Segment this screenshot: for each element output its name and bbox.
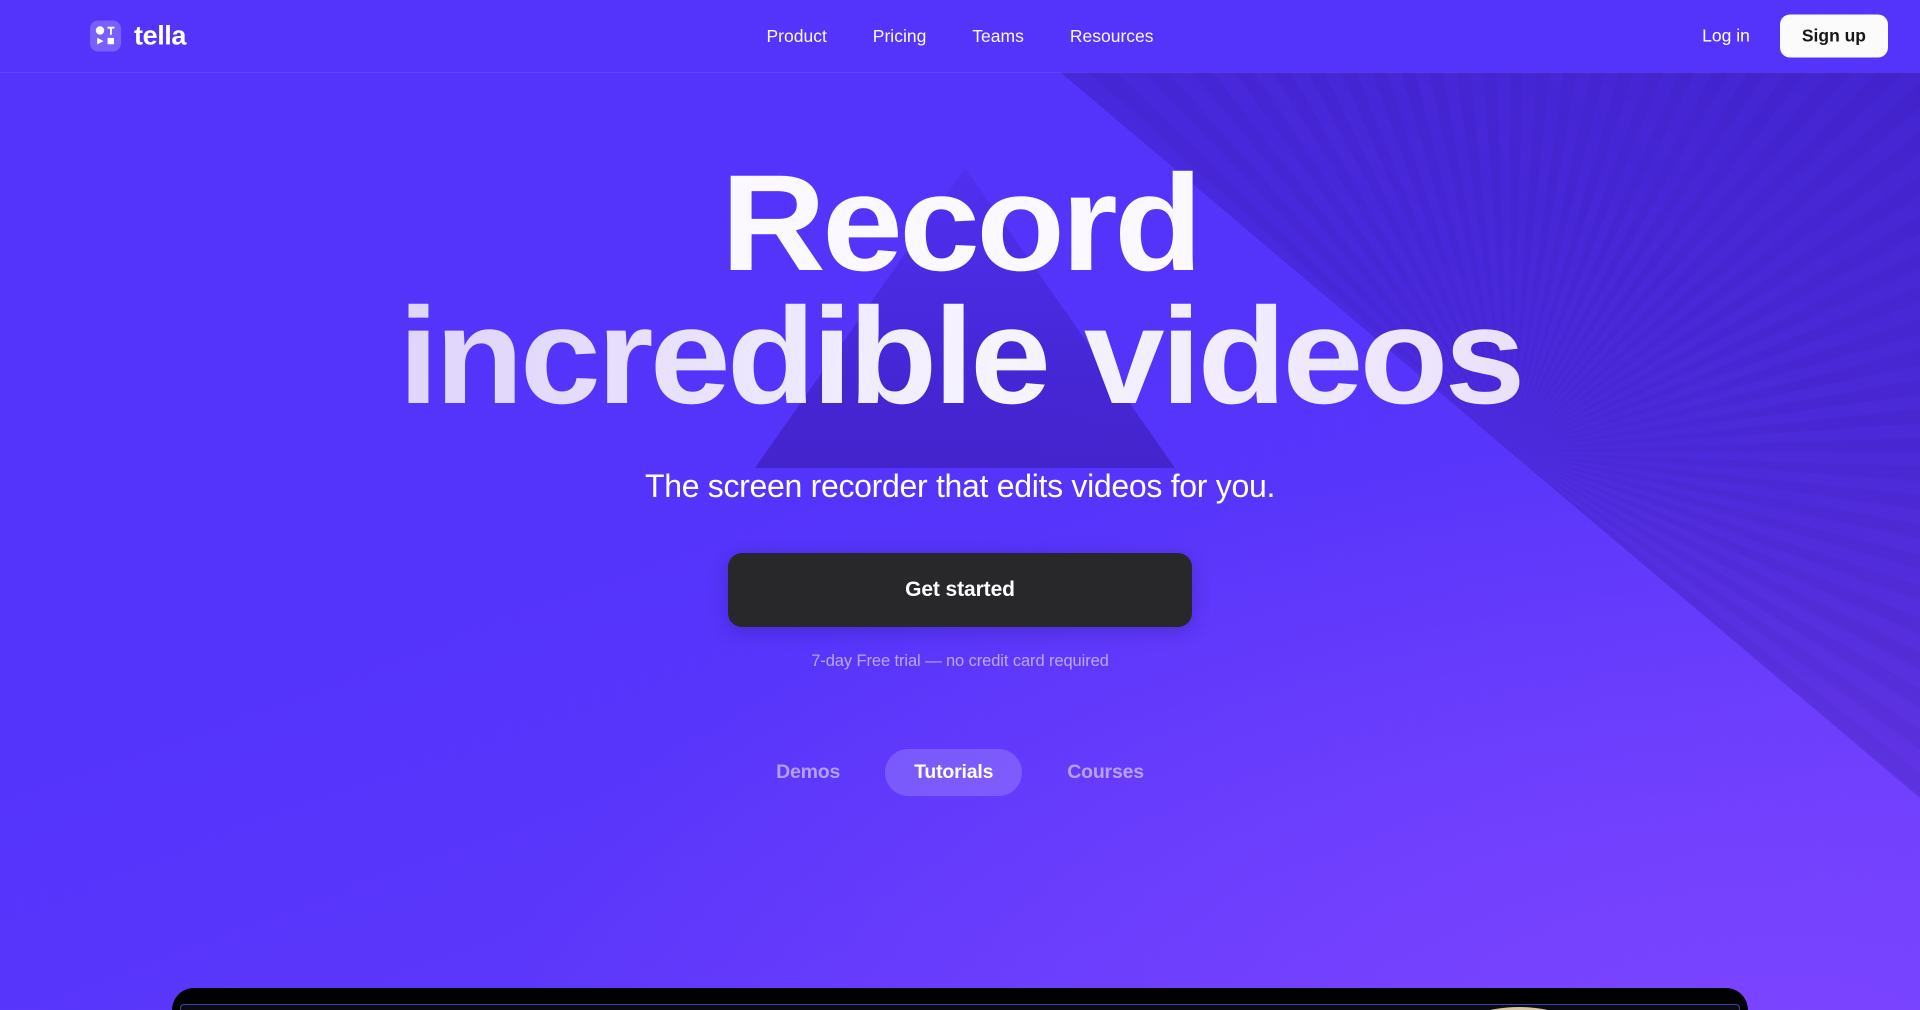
content-tabs: Demos Tutorials Courses (0, 748, 1920, 796)
tella-logo-icon (90, 20, 121, 52)
nav-item-teams[interactable]: Teams (949, 18, 1047, 55)
site-header: tella Product Pricing Teams Resources Lo… (0, 0, 1920, 73)
trial-note: 7-day Free trial — no credit card requir… (811, 651, 1109, 670)
get-started-button[interactable]: Get started (728, 552, 1192, 627)
nav-item-resources[interactable]: Resources (1047, 18, 1177, 55)
nav-item-product[interactable]: Product (743, 18, 849, 55)
video-player[interactable] (172, 988, 1748, 1010)
hero-headline: Record incredible videos (0, 147, 1920, 426)
nav-item-pricing[interactable]: Pricing (850, 18, 950, 55)
hero-subtitle: The screen recorder that edits videos fo… (644, 467, 1276, 504)
hero-section: Record incredible videos The screen reco… (0, 73, 1920, 796)
signup-button[interactable]: Sign up (1779, 14, 1888, 58)
headline-line-2: incredible videos (0, 288, 1920, 425)
tab-tutorials[interactable]: Tutorials (885, 748, 1023, 796)
tab-courses[interactable]: Courses (1038, 749, 1173, 796)
landing-page: tella Product Pricing Teams Resources Lo… (0, 0, 1920, 1010)
video-player-screen[interactable] (180, 1004, 1740, 1010)
hero-cta-wrap: Get started (0, 552, 1920, 627)
tab-demos[interactable]: Demos (747, 749, 869, 796)
headline-line-1: Record (720, 147, 1203, 300)
login-link[interactable]: Log in (1686, 18, 1766, 55)
header-actions: Log in Sign up (1686, 14, 1888, 58)
main-nav: Product Pricing Teams Resources (743, 18, 1176, 55)
brand-name: tella (134, 20, 187, 51)
brand-logo-link[interactable]: tella (90, 20, 187, 52)
